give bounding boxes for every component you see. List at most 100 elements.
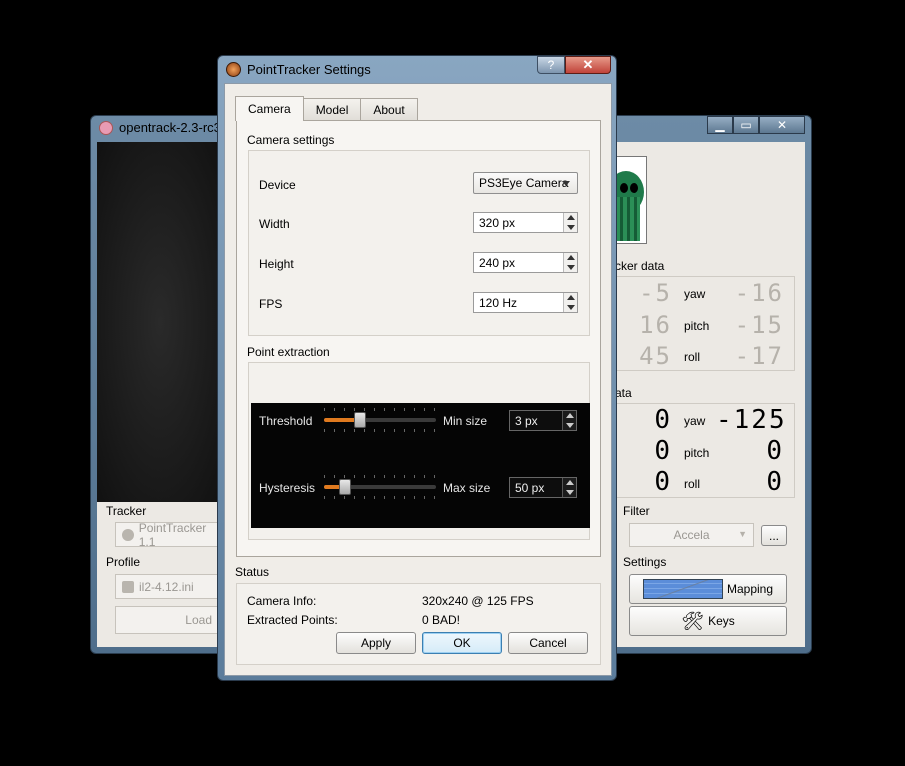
device-label: Device (259, 178, 296, 192)
mapping-button-label: Mapping (726, 582, 774, 596)
min-size-spinbox[interactable]: 3 px (509, 410, 577, 431)
tracker-select-value: PointTracker 1.1 (138, 520, 207, 549)
apply-button[interactable]: Apply (336, 632, 416, 654)
fps-value: 120 Hz (479, 295, 518, 310)
opentrack-app-icon (99, 120, 113, 135)
cancel-button[interactable]: Cancel (508, 632, 588, 654)
hysteresis-label: Hysteresis (259, 481, 316, 495)
spin-up-icon[interactable] (567, 215, 575, 220)
device-select-value: PS3Eye Camera (479, 176, 569, 190)
filter-group-label: Filter (623, 504, 650, 518)
tab-camera[interactable]: Camera (235, 96, 304, 121)
height-value: 240 px (479, 255, 516, 270)
raw-pitch-left: 16 (639, 311, 672, 339)
width-spinbox[interactable]: 320 px (473, 212, 578, 233)
tracker-plugin-icon (122, 528, 134, 541)
mapping-button[interactable]: Mapping (629, 574, 787, 604)
hysteresis-slider-handle[interactable] (339, 479, 351, 495)
status-title: Status (235, 565, 270, 579)
max-size-value: 50 px (515, 480, 545, 495)
right-pane: cker data -5 yaw -16 16 pitch -15 45 rol… (615, 142, 805, 647)
game-data-title: ata (615, 386, 632, 400)
tools-icon: 🛠 (681, 610, 705, 631)
dialog-titlebar: PointTracker Settings (226, 62, 371, 77)
game-pitch-left: 0 (654, 436, 672, 466)
tab-bar: Camera Model About (235, 96, 418, 121)
pointtracker-icon (226, 62, 241, 77)
mapping-curve-icon (642, 579, 723, 599)
tab-model[interactable]: Model (302, 98, 362, 121)
device-select[interactable]: PS3Eye Camera (473, 172, 578, 194)
filter-settings-button[interactable]: ... (761, 525, 787, 546)
maximize-button[interactable]: ▭ (733, 116, 759, 134)
minimize-button[interactable]: ▁ (707, 116, 733, 134)
profile-file-icon (122, 580, 134, 593)
threshold-slider[interactable] (324, 408, 436, 432)
tracker-data-title: cker data (615, 259, 665, 273)
spin-down-icon[interactable] (567, 225, 575, 230)
octopus-eye (630, 183, 638, 193)
camera-tab-panel: Camera settings Device PS3Eye Camera Wid… (236, 120, 601, 557)
chevron-down-icon: ▼ (738, 529, 747, 539)
game-yaw-right: -125 (716, 405, 787, 435)
hysteresis-slider[interactable] (324, 475, 436, 499)
filter-select[interactable]: Accela ▼ (629, 523, 754, 547)
spin-down-icon[interactable] (566, 423, 574, 428)
fps-label: FPS (259, 297, 283, 311)
pointtracker-settings-dialog: PointTracker Settings ? ✕ Camera Model A… (217, 55, 617, 681)
point-extraction-controls: Threshold Min size 3 px Hysteresis Max s… (251, 403, 590, 528)
filter-select-value: Accela (673, 528, 710, 542)
dialog-title: PointTracker Settings (247, 62, 371, 77)
spin-up-icon[interactable] (566, 413, 574, 418)
keys-button-label: Keys (708, 614, 735, 628)
camera-info-value: 320x240 @ 125 FPS (422, 594, 534, 608)
threshold-slider-handle[interactable] (354, 412, 366, 428)
camera-settings-group: Device PS3Eye Camera Width 320 px Height… (248, 150, 590, 336)
keys-button[interactable]: 🛠 Keys (629, 606, 787, 636)
dialog-close-button[interactable]: ✕ (565, 56, 611, 74)
status-group: Camera Info: 320x240 @ 125 FPS Extracted… (236, 583, 601, 665)
game-yaw-label: yaw (684, 414, 706, 428)
game-roll-left: 0 (654, 467, 672, 497)
tab-about[interactable]: About (360, 98, 418, 121)
spin-up-icon[interactable] (566, 480, 574, 485)
min-size-label: Min size (443, 414, 488, 428)
extracted-points-value: 0 BAD! (422, 613, 461, 627)
spin-down-icon[interactable] (567, 265, 575, 270)
dialog-client: Camera Model About Camera settings Devic… (224, 83, 612, 676)
video-preview (97, 142, 223, 502)
raw-pitch-label: pitch (684, 319, 710, 333)
raw-roll-left: 45 (639, 342, 672, 370)
profile-group-label: Profile (106, 555, 141, 569)
spin-down-icon[interactable] (567, 305, 575, 310)
help-button[interactable]: ? (537, 56, 565, 74)
game-data-panel: 0 yaw -125 0 pitch 0 0 roll 0 (615, 403, 795, 498)
raw-yaw-left: -5 (639, 279, 672, 307)
profile-select-value: il2-4.12.ini (139, 579, 194, 594)
height-label: Height (259, 257, 294, 271)
tracker-group-label: Tracker (106, 504, 147, 518)
game-pitch-label: pitch (684, 446, 710, 460)
spin-up-icon[interactable] (567, 255, 575, 260)
tracker-select[interactable]: PointTracker 1.1 (115, 520, 225, 549)
spin-up-icon[interactable] (567, 295, 575, 300)
fps-spinbox[interactable]: 120 Hz (473, 292, 578, 313)
main-window-titlebar: opentrack-2.3-rc3- (99, 120, 225, 135)
height-spinbox[interactable]: 240 px (473, 252, 578, 273)
camera-settings-title: Camera settings (247, 133, 335, 147)
raw-yaw-right: -16 (734, 279, 784, 307)
ok-button[interactable]: OK (422, 632, 502, 654)
threshold-label: Threshold (259, 414, 313, 428)
game-pitch-right: 0 (766, 436, 784, 466)
extracted-points-label: Extracted Points: (247, 613, 338, 627)
load-button[interactable]: Load (115, 606, 225, 634)
octopus-eye (620, 183, 628, 193)
raw-yaw-label: yaw (684, 287, 706, 301)
close-button[interactable]: ✕ (759, 116, 805, 134)
spin-down-icon[interactable] (566, 490, 574, 495)
main-window-title: opentrack-2.3-rc3- (119, 120, 226, 135)
tracker-data-panel: -5 yaw -16 16 pitch -15 45 roll -17 (615, 276, 795, 371)
profile-select[interactable]: il2-4.12.ini (115, 574, 225, 599)
max-size-spinbox[interactable]: 50 px (509, 477, 577, 498)
game-roll-right: 0 (766, 467, 784, 497)
